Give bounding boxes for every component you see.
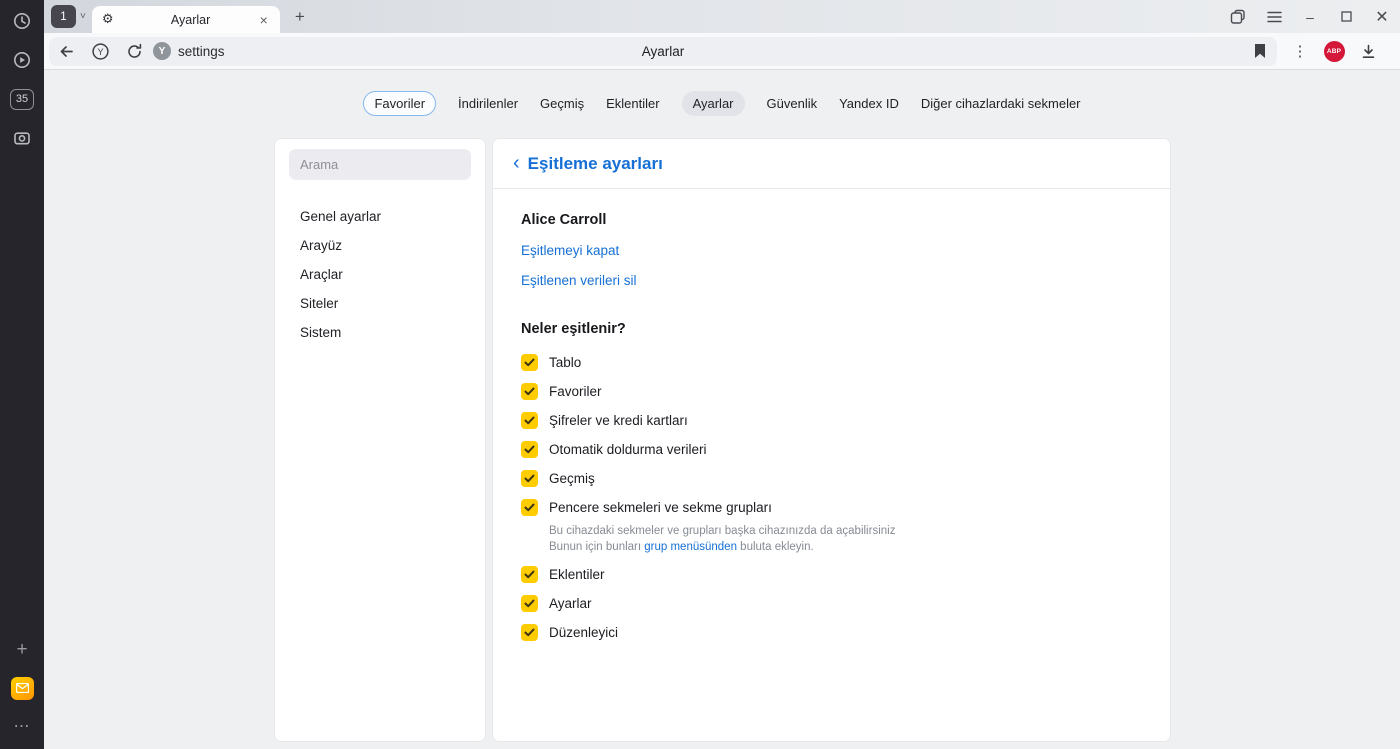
back-icon[interactable]	[49, 37, 83, 66]
search-input[interactable]	[289, 149, 471, 180]
sync-option-gecmis[interactable]: Geçmiş	[521, 464, 1142, 493]
what-syncs-heading: Neler eşitlenir?	[521, 321, 626, 337]
checkbox-checked[interactable]	[521, 412, 538, 429]
settings-menu: Genel ayarlar Arayüz Araçlar Siteler Sis…	[289, 202, 471, 347]
gear-icon: ⚙	[101, 12, 114, 27]
minimize-button[interactable]: –	[1292, 0, 1328, 33]
side-rail: 35 + ⋯	[0, 0, 44, 749]
back-chevron-icon[interactable]: ‹	[509, 153, 526, 175]
history-clock-icon[interactable]	[9, 9, 35, 33]
sidebar-item-siteler[interactable]: Siteler	[289, 289, 471, 318]
settings-page: Favoriler İndirilenler Geçmiş Eklentiler…	[44, 70, 1400, 749]
sidebar-item-sistem[interactable]: Sistem	[289, 318, 471, 347]
nav-tab-guvenlik[interactable]: Güvenlik	[767, 96, 818, 111]
chevron-down-icon[interactable]: ˅	[80, 11, 86, 22]
checkbox-checked[interactable]	[521, 499, 538, 516]
sync-option-tablo[interactable]: Tablo	[521, 348, 1142, 377]
url-text[interactable]: settings	[178, 44, 225, 59]
nav-tab-favoriler[interactable]: Favoriler	[363, 91, 437, 116]
checkbox-checked[interactable]	[521, 470, 538, 487]
menu-hamburger-icon[interactable]	[1256, 0, 1292, 33]
tab-panel-icon[interactable]	[1220, 0, 1256, 33]
adblock-plus-badge[interactable]: ABP	[1317, 37, 1351, 66]
checkbox-checked[interactable]	[521, 383, 538, 400]
tab-close-icon[interactable]: ×	[258, 12, 270, 28]
nav-tab-ayarlar[interactable]: Ayarlar	[681, 91, 745, 116]
tab-ayarlar[interactable]: ⚙ Ayarlar ×	[91, 6, 280, 33]
tab-title: Ayarlar	[170, 12, 211, 27]
checkbox-checked[interactable]	[521, 354, 538, 371]
sync-settings-title[interactable]: Eşitleme ayarları	[528, 154, 663, 174]
yandex-mail-icon[interactable]	[9, 676, 35, 700]
bookmark-icon[interactable]	[1243, 37, 1277, 66]
sidebar-item-arayuz[interactable]: Arayüz	[289, 231, 471, 260]
browser-window: 35 + ⋯ 1 ˅ ⚙ Ayarlar × + – ✕ Y Y setting…	[0, 0, 1400, 749]
rail-more-button[interactable]: ⋯	[9, 715, 35, 739]
delete-synced-data-link[interactable]: Eşitlenen verileri sil	[521, 273, 1142, 288]
tab-strip: 1 ˅ ⚙ Ayarlar × + – ✕	[44, 0, 1400, 33]
close-window-button[interactable]: ✕	[1364, 0, 1400, 33]
sync-option-duzenleyici[interactable]: Düzenleyici	[521, 618, 1142, 647]
yandex-protect-icon[interactable]: Y	[83, 37, 117, 66]
tab-count-badge[interactable]: 35	[9, 87, 35, 111]
nav-tab-gecmis[interactable]: Geçmiş	[540, 96, 584, 111]
sync-settings-header: ‹ Eşitleme ayarları	[493, 139, 1170, 189]
settings-nav-tabs: Favoriler İndirilenler Geçmiş Eklentiler…	[44, 91, 1400, 116]
screenshot-camera-icon[interactable]	[9, 126, 35, 150]
address-bar: Y Y settings Ayarlar ⋮ ABP	[44, 33, 1400, 70]
tab-count-label: 35	[10, 88, 34, 110]
checkbox-checked[interactable]	[521, 595, 538, 612]
checkbox-checked[interactable]	[521, 566, 538, 583]
sync-option-pencere-sekmeleri[interactable]: Pencere sekmeleri ve sekme grupları	[521, 493, 1142, 522]
omnibox[interactable]: Y Y settings Ayarlar	[49, 36, 1277, 66]
rail-add-button[interactable]: +	[9, 637, 35, 661]
new-tab-button[interactable]: +	[288, 5, 312, 29]
tab-counter-button[interactable]: 1	[51, 5, 76, 28]
sync-option-ayarlar[interactable]: Ayarlar	[521, 589, 1142, 618]
page-favicon: Y	[153, 42, 171, 60]
nav-tab-diger-cihazlar[interactable]: Diğer cihazlardaki sekmeler	[921, 96, 1081, 111]
sync-option-otomatik-doldurma[interactable]: Otomatik doldurma verileri	[521, 435, 1142, 464]
sync-option-favoriler[interactable]: Favoriler	[521, 377, 1142, 406]
reload-icon[interactable]	[117, 37, 151, 66]
tabs-sync-note: Bu cihazdaki sekmeler ve grupları başka …	[549, 525, 896, 553]
sync-settings-panel: ‹ Eşitleme ayarları Alice Carroll Eşitle…	[493, 139, 1170, 741]
svg-text:Y: Y	[97, 47, 103, 57]
account-name: Alice Carroll	[521, 212, 607, 228]
ellipsis-icon: ⋯	[13, 718, 31, 735]
downloads-icon[interactable]	[1351, 37, 1385, 66]
maximize-button[interactable]	[1328, 0, 1364, 33]
settings-sidebar: Genel ayarlar Arayüz Araçlar Siteler Sis…	[275, 139, 485, 741]
page-title: Ayarlar	[641, 43, 685, 59]
checkbox-checked[interactable]	[521, 441, 538, 458]
more-menu-icon[interactable]: ⋮	[1283, 37, 1317, 66]
nav-tab-indirilenler[interactable]: İndirilenler	[458, 96, 518, 111]
nav-tab-yandex-id[interactable]: Yandex ID	[839, 96, 899, 111]
nav-tab-eklentiler[interactable]: Eklentiler	[606, 96, 659, 111]
plus-icon: +	[16, 638, 28, 660]
sync-options-list: Tablo Favoriler Şifreler ve kredi kartla…	[521, 348, 1142, 647]
sync-option-sifreler[interactable]: Şifreler ve kredi kartları	[521, 406, 1142, 435]
sync-option-eklentiler[interactable]: Eklentiler	[521, 560, 1142, 589]
group-menu-link[interactable]: grup menüsünden	[644, 541, 737, 553]
sidebar-item-araclar[interactable]: Araçlar	[289, 260, 471, 289]
checkbox-checked[interactable]	[521, 624, 538, 641]
sidebar-item-genel-ayarlar[interactable]: Genel ayarlar	[289, 202, 471, 231]
disable-sync-link[interactable]: Eşitlemeyi kapat	[521, 243, 1142, 258]
play-icon[interactable]	[9, 48, 35, 72]
